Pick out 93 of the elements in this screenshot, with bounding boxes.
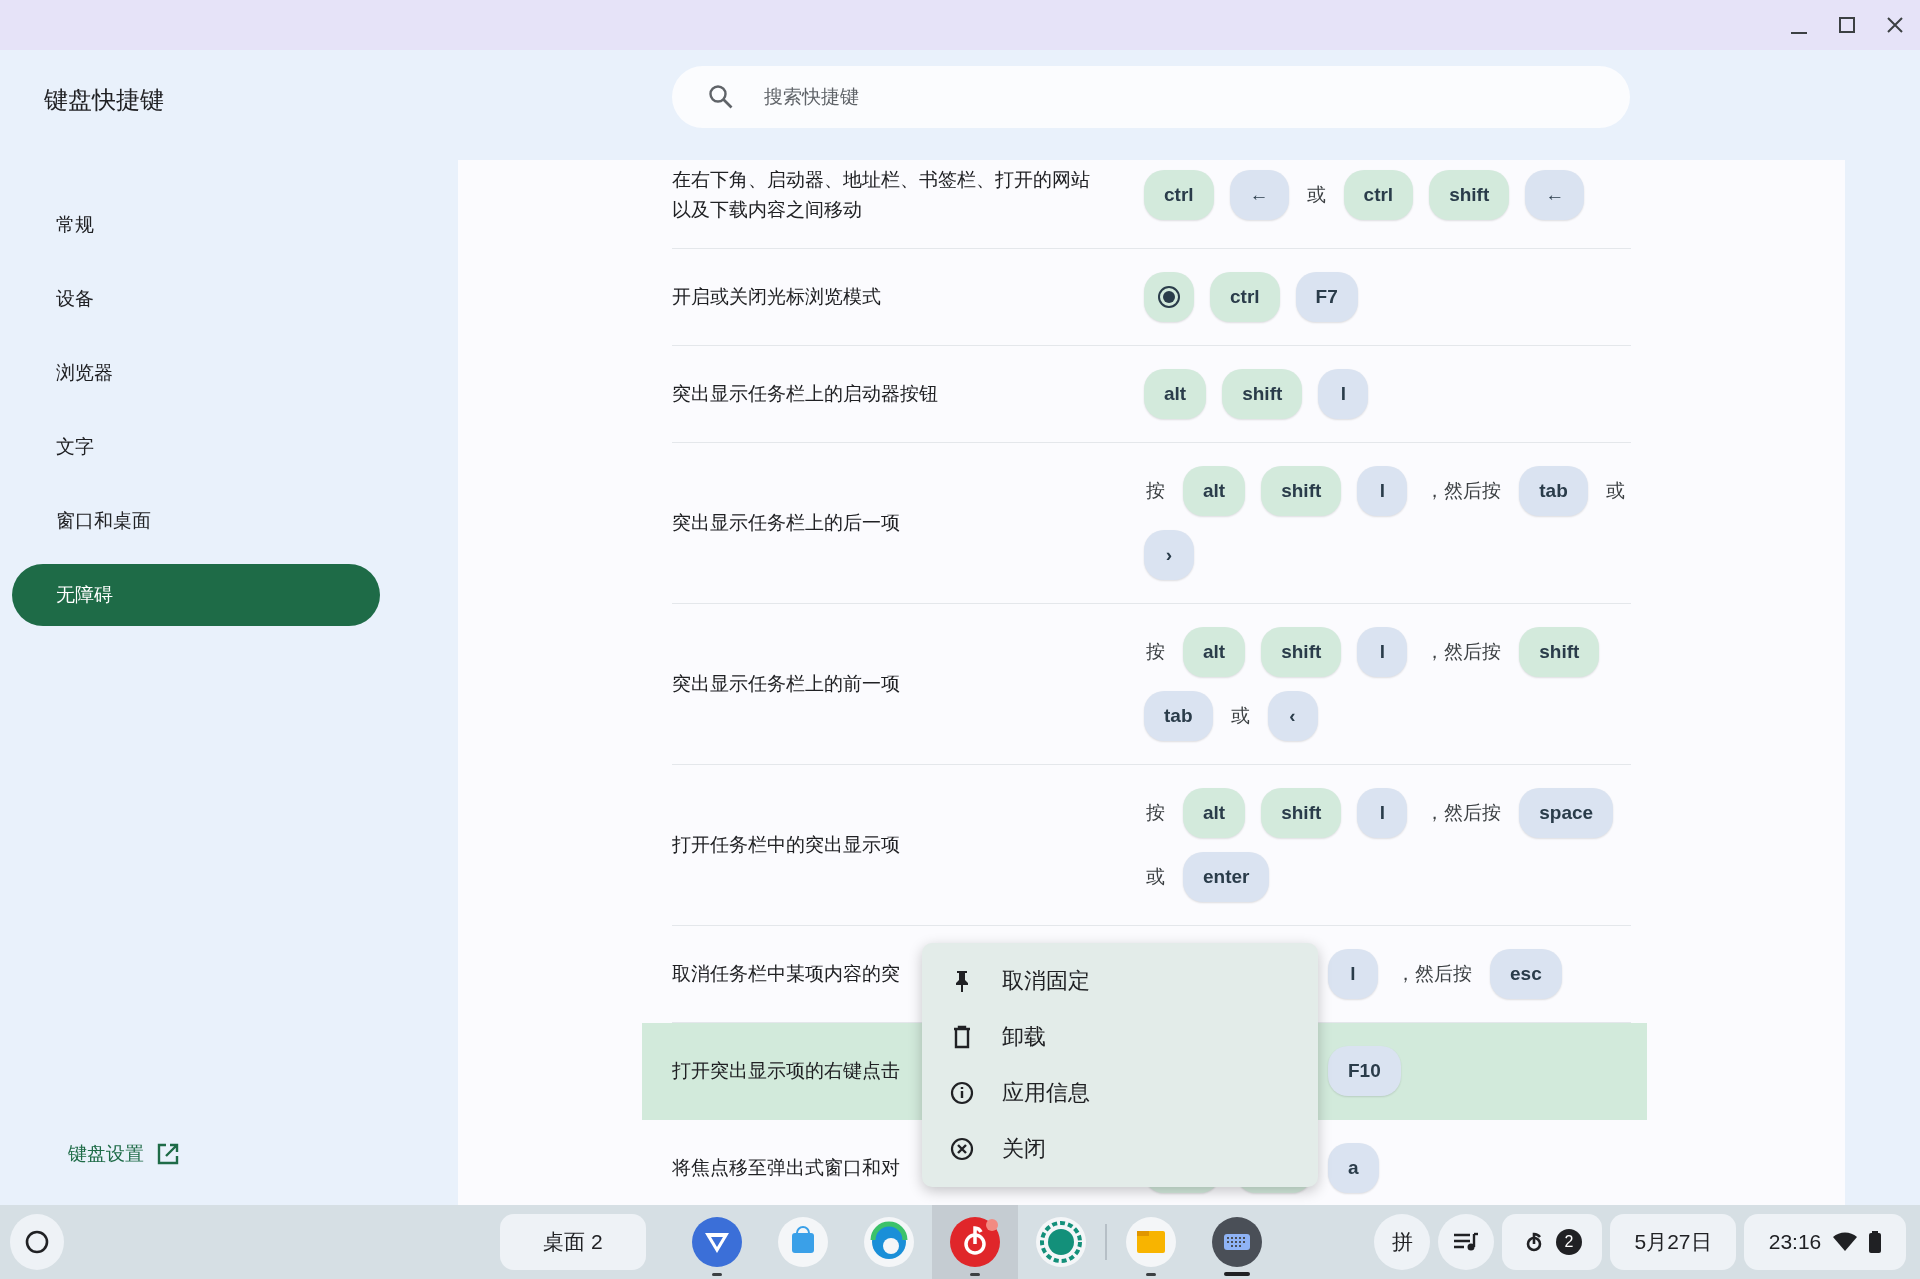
date-button[interactable]: 5月27日 — [1610, 1214, 1736, 1270]
key-label: shift — [1261, 788, 1342, 838]
battery-icon — [1869, 1231, 1882, 1253]
key-label: alt — [1183, 627, 1246, 677]
key-label: F7 — [1295, 272, 1358, 322]
status-tray-button[interactable]: 23:16 — [1744, 1214, 1906, 1270]
key-separator-text: ，然后按 — [1424, 479, 1503, 503]
browser-app-icon — [863, 1216, 915, 1268]
focused-indicator — [1224, 1272, 1250, 1276]
key-separator-text: 或 — [1229, 704, 1251, 728]
key-label: shift — [1261, 466, 1342, 516]
key-label: l — [1328, 949, 1378, 999]
shortcut-description: 将焦点移至弹出式窗口和对 — [672, 1156, 900, 1180]
key-separator-text: ，然后按 — [1395, 962, 1473, 986]
key-separator-text: 按 — [1145, 801, 1166, 825]
shortcut-description: 在右下角、启动器、地址栏、书签栏、打开的网站以及下载内容之间移动 — [672, 168, 1091, 222]
wifi-icon — [1833, 1232, 1858, 1252]
menu-item[interactable]: 卸载 — [922, 1009, 1318, 1065]
sidebar-item[interactable]: 窗口和桌面 — [12, 490, 380, 552]
shortcut-description: 开启或关闭光标浏览模式 — [672, 285, 881, 309]
search-field[interactable]: 搜索快捷键 — [672, 66, 1630, 128]
key-separator-text: ，然后按 — [1424, 640, 1503, 664]
key-label: F10 — [1328, 1046, 1401, 1096]
key-label: enter — [1183, 852, 1270, 902]
key-separator-text: 按 — [1145, 479, 1166, 503]
shortcut-description: 突出显示任务栏上的后一项 — [672, 511, 900, 535]
shopping-bag-app-icon — [777, 1216, 829, 1268]
input-method-button[interactable]: 拼 — [1374, 1214, 1430, 1270]
sidebar-item[interactable]: 无障碍 — [12, 564, 380, 626]
running-indicator — [712, 1273, 722, 1276]
notification-dot — [986, 1219, 998, 1231]
maximize-icon[interactable] — [1836, 14, 1858, 36]
key-label: l — [1357, 627, 1408, 677]
key-label: space — [1519, 788, 1614, 838]
close-circle-icon — [950, 1137, 974, 1161]
sidebar-item[interactable]: 文字 — [12, 416, 380, 478]
media-controls-button[interactable] — [1438, 1214, 1494, 1270]
key-label: shift — [1222, 369, 1303, 419]
sidebar-item[interactable]: 浏览器 — [12, 342, 380, 404]
key-separator-text: 按 — [1145, 640, 1166, 664]
keyboard-app-icon — [1211, 1216, 1263, 1268]
key-label: shift — [1519, 627, 1600, 677]
key-label: l — [1357, 466, 1408, 516]
key-label: alt — [1144, 369, 1207, 419]
key-label: tab — [1519, 466, 1588, 516]
search-icon — [708, 84, 734, 110]
key-label: ‹ — [1267, 691, 1318, 741]
notification-button[interactable]: 2 — [1502, 1214, 1602, 1270]
external-link-icon[interactable] — [156, 1142, 180, 1166]
key-separator-text: 或 — [1305, 183, 1327, 207]
key-separator-text: ，然后按 — [1424, 801, 1503, 825]
cursor-mode-icon — [1157, 285, 1181, 309]
triangle-app-icon — [691, 1216, 743, 1268]
key-label: l — [1318, 369, 1369, 419]
app-button[interactable] — [932, 1205, 1018, 1279]
menu-item[interactable]: 取消固定 — [922, 953, 1318, 1009]
key-label: ← — [1525, 170, 1585, 220]
sidebar-item[interactable]: 常规 — [12, 194, 380, 256]
shortcut-description: 突出显示任务栏上的启动器按钮 — [672, 382, 938, 406]
folder-app-icon — [1125, 1216, 1177, 1268]
key-label: esc — [1490, 949, 1562, 999]
key-label: tab — [1144, 691, 1213, 741]
app-title: 键盘快捷键 — [44, 85, 165, 115]
key-separator-text: 或 — [1145, 865, 1166, 889]
key-label: ctrl — [1343, 170, 1414, 220]
key-label: shift — [1261, 627, 1342, 677]
key-label: shift — [1429, 170, 1510, 220]
key-label: ← — [1229, 170, 1289, 220]
ring-app-icon — [1035, 1216, 1087, 1268]
key-label: › — [1144, 530, 1194, 580]
keyboard-settings-link[interactable]: 键盘设置 — [68, 1141, 144, 1167]
key-label: ctrl — [1210, 272, 1280, 322]
key-label: a — [1328, 1143, 1379, 1193]
key-label: l — [1357, 788, 1408, 838]
key-label: alt — [1183, 788, 1246, 838]
key-label: alt — [1183, 466, 1246, 516]
key-label: ctrl — [1144, 170, 1214, 220]
shortcut-description: 打开任务栏中的突出显示项 — [672, 833, 900, 857]
notification-count: 2 — [1556, 1229, 1582, 1255]
shortcut-description: 突出显示任务栏上的前一项 — [672, 672, 900, 696]
running-indicator — [970, 1273, 980, 1276]
shortcut-description: 打开突出显示项的右键点击 — [672, 1059, 900, 1083]
shortcut-description: 取消任务栏中某项内容的突 — [672, 962, 900, 986]
music-app-icon — [949, 1216, 1001, 1268]
key-separator-text: 或 — [1604, 479, 1626, 503]
info-icon — [950, 1081, 974, 1105]
running-indicator — [1146, 1273, 1156, 1276]
sidebar-item[interactable]: 设备 — [12, 268, 380, 330]
trash-icon — [951, 1025, 973, 1049]
desk-button[interactable]: 桌面 2 — [500, 1214, 646, 1270]
launcher-icon — [24, 1229, 50, 1255]
menu-item[interactable]: 应用信息 — [922, 1065, 1318, 1121]
clock-time: 23:16 — [1768, 1230, 1822, 1254]
